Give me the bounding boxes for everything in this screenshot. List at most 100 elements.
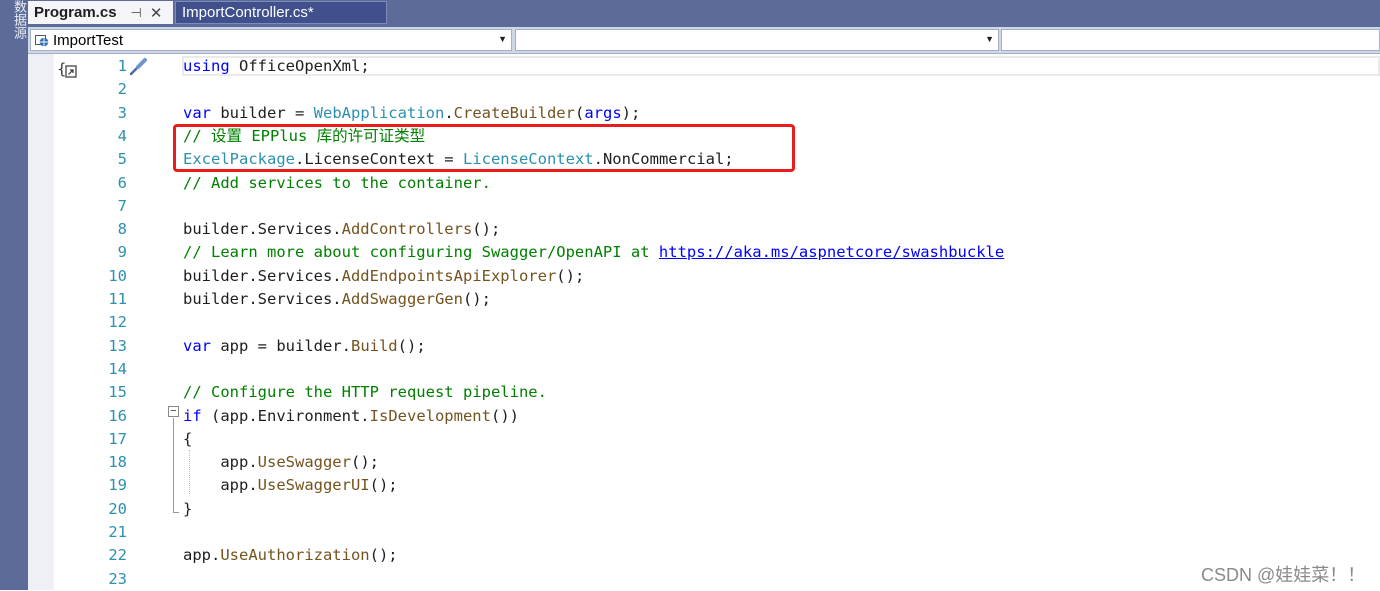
- code-line[interactable]: app.UseAuthorization();: [183, 544, 398, 567]
- code-token: (app.Environment.: [201, 406, 370, 425]
- line-number: 22: [108, 546, 127, 565]
- line-number: 13: [108, 336, 127, 355]
- tab-import-controller-cs[interactable]: ImportController.cs*: [175, 1, 387, 24]
- line-number: 5: [117, 150, 127, 169]
- tab-program-cs[interactable]: Program.cs ⊣ ✕: [28, 1, 173, 24]
- code-line[interactable]: if (app.Environment.IsDevelopment()): [183, 405, 519, 428]
- code-link[interactable]: https://aka.ms/aspnetcore/swashbuckle: [659, 243, 1004, 261]
- line-number: 14: [108, 359, 127, 378]
- code-token: );: [621, 103, 641, 122]
- code-token: if: [183, 406, 202, 425]
- line-number: 7: [117, 196, 127, 215]
- code-line[interactable]: var app = builder.Build();: [183, 335, 426, 358]
- outline-bracket-end: [173, 512, 179, 513]
- code-token: // Configure the HTTP request pipeline.: [183, 383, 547, 402]
- member-dropdown[interactable]: [1001, 29, 1380, 51]
- code-token: IsDevelopment: [369, 406, 491, 425]
- code-token: var: [183, 103, 211, 122]
- code-token: // Add services to the container.: [183, 173, 491, 192]
- code-line[interactable]: // Learn more about configuring Swagger/…: [183, 241, 1004, 264]
- project-icon: [35, 35, 49, 47]
- code-token: ();: [369, 476, 398, 495]
- line-number: 3: [117, 103, 127, 122]
- line-number: 1: [117, 57, 127, 75]
- code-line[interactable]: }: [183, 498, 192, 521]
- navigation-bar: ImportTest ▼ ▼: [28, 27, 1380, 54]
- line-number: 18: [108, 453, 127, 472]
- code-token: app.: [183, 546, 221, 565]
- code-token: AddControllers: [341, 220, 473, 239]
- code-token: ();: [462, 290, 491, 308]
- line-number: 15: [108, 383, 127, 402]
- tab-label: ImportController.cs*: [182, 4, 314, 21]
- code-line[interactable]: app.UseSwagger();: [183, 451, 379, 474]
- code-line[interactable]: {: [183, 428, 192, 451]
- side-panel-label-datasource[interactable]: 数据源: [2, 0, 27, 39]
- code-line[interactable]: builder.Services.AddControllers();: [183, 218, 500, 241]
- code-line[interactable]: builder.Services.AddSwaggerGen();: [183, 288, 491, 311]
- line-number: 17: [108, 429, 127, 448]
- line-number: 9: [117, 243, 127, 262]
- code-token: UseSwagger: [257, 453, 351, 472]
- code-line[interactable]: // Configure the HTTP request pipeline.: [183, 381, 547, 404]
- chevron-down-icon: ▼: [498, 34, 507, 44]
- code-line[interactable]: var builder = WebApplication.CreateBuild…: [183, 102, 640, 125]
- document-tab-bar: Program.cs ⊣ ✕ ImportController.cs*: [28, 0, 1380, 27]
- code-token: UseSwaggerUI: [257, 476, 370, 495]
- line-number: 23: [108, 569, 127, 588]
- tab-label: Program.cs: [34, 4, 117, 21]
- code-token: ()): [490, 406, 519, 425]
- quick-actions-screwdriver-icon[interactable]: [128, 56, 150, 76]
- line-number: 11: [108, 290, 127, 308]
- code-line[interactable]: builder.Services.AddEndpointsApiExplorer…: [183, 265, 584, 288]
- line-number: 2: [117, 80, 127, 99]
- code-token: app.: [183, 476, 258, 495]
- line-number: 19: [108, 476, 127, 495]
- type-dropdown[interactable]: ▼: [515, 29, 999, 51]
- code-token: Build: [350, 336, 398, 355]
- line-number: 6: [117, 173, 127, 192]
- code-token: args: [584, 103, 622, 122]
- code-token: (: [574, 103, 585, 122]
- code-token: ();: [556, 266, 585, 285]
- code-token: }: [183, 499, 193, 518]
- code-token: AddEndpointsApiExplorer: [341, 266, 557, 285]
- code-token: OfficeOpenXml;: [229, 57, 370, 75]
- code-token: builder.Services.: [183, 220, 342, 239]
- line-number: 8: [117, 220, 127, 239]
- side-panel-strip: 数据源: [0, 0, 28, 590]
- code-line[interactable]: app.UseSwaggerUI();: [183, 474, 398, 497]
- indent-guide: [189, 450, 190, 494]
- code-token: using: [183, 57, 230, 75]
- line-number: 10: [108, 266, 127, 285]
- code-line[interactable]: // Add services to the container.: [183, 172, 491, 195]
- line-number: 20: [108, 499, 127, 518]
- annotation-red-box: [173, 124, 795, 172]
- project-dropdown[interactable]: ImportTest ▼: [30, 29, 512, 51]
- code-token: ();: [397, 336, 426, 355]
- code-token: ();: [472, 220, 501, 239]
- code-token: builder.Services.: [183, 290, 342, 308]
- code-token: app = builder.: [211, 336, 351, 355]
- collapse-toggle-icon[interactable]: −: [168, 406, 179, 417]
- outline-bracket: [173, 418, 174, 512]
- code-token: builder =: [211, 103, 314, 122]
- pin-icon[interactable]: ⊣: [131, 5, 142, 21]
- editor-left-margin: [28, 54, 54, 590]
- project-name: ImportTest: [53, 31, 124, 49]
- code-token: CreateBuilder: [453, 103, 575, 122]
- code-token: .: [444, 103, 454, 122]
- watermark-text: CSDN @娃娃菜！！: [1201, 565, 1366, 585]
- code-token: ();: [369, 546, 398, 565]
- code-token: AddSwaggerGen: [341, 290, 463, 308]
- line-number: 12: [108, 313, 127, 332]
- line-number: 21: [108, 523, 127, 541]
- code-line[interactable]: using OfficeOpenXml;: [183, 55, 370, 78]
- code-token: {: [183, 429, 193, 448]
- line-number: 4: [117, 126, 127, 145]
- chevron-down-icon: ▼: [985, 34, 994, 44]
- close-icon[interactable]: ✕: [150, 4, 163, 22]
- code-token: WebApplication: [313, 103, 445, 122]
- code-token: builder.Services.: [183, 266, 342, 285]
- code-token: app.: [183, 453, 258, 472]
